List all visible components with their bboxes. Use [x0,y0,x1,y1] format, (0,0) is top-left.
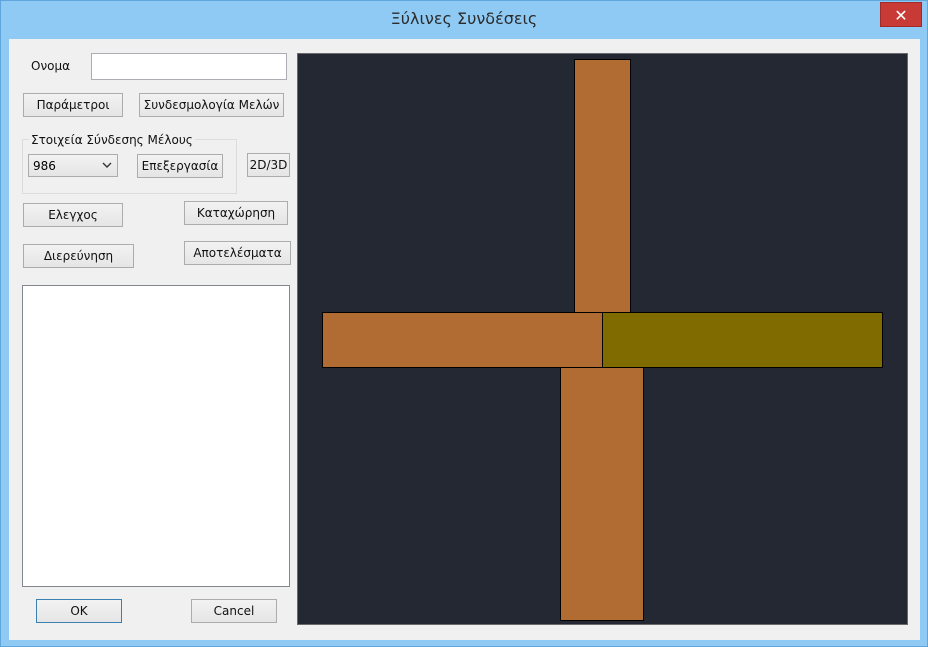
edit-button[interactable]: Επεξεργασία [137,154,223,178]
member-connectivity-button[interactable]: Συνδεσμολογία Μελών [139,93,284,117]
window-title: Ξύλινες Συνδέσεις [390,9,538,28]
dialog-window: Ξύλινες Συνδέσεις ✕ Ονομα Παράμετροι Συν… [0,0,928,647]
chevron-down-icon [102,162,112,168]
connection-drawing-canvas[interactable] [297,53,908,625]
cancel-button[interactable]: Cancel [191,599,277,623]
dialog-client-area: Ονομα Παράμετροι Συνδεσμολογία Μελών Στο… [9,39,920,640]
close-button[interactable]: ✕ [880,2,922,27]
check-button[interactable]: Ελεγχος [23,203,123,227]
horizontal-member-left [322,312,603,368]
register-button[interactable]: Καταχώρηση [184,201,288,225]
member-select[interactable]: 986 [28,154,118,177]
horizontal-member-right [602,312,883,368]
results-button[interactable]: Αποτελέσματα [184,241,291,265]
name-label: Ονομα [31,59,71,73]
vertical-member-top [574,59,631,313]
close-icon: ✕ [894,6,908,25]
toggle-2d3d-button[interactable]: 2D/3D [247,153,290,177]
member-select-value: 986 [33,159,56,173]
vertical-member-bottom [560,367,644,621]
group-title: Στοιχεία Σύνδεσης Μέλους [29,133,195,147]
investigation-button[interactable]: Διερεύνηση [23,244,134,268]
name-input[interactable] [91,53,287,80]
parameters-button[interactable]: Παράμετροι [23,93,123,117]
title-bar[interactable]: Ξύλινες Συνδέσεις ✕ [1,1,927,39]
results-listbox[interactable] [22,285,290,587]
ok-button[interactable]: OK [36,599,122,623]
